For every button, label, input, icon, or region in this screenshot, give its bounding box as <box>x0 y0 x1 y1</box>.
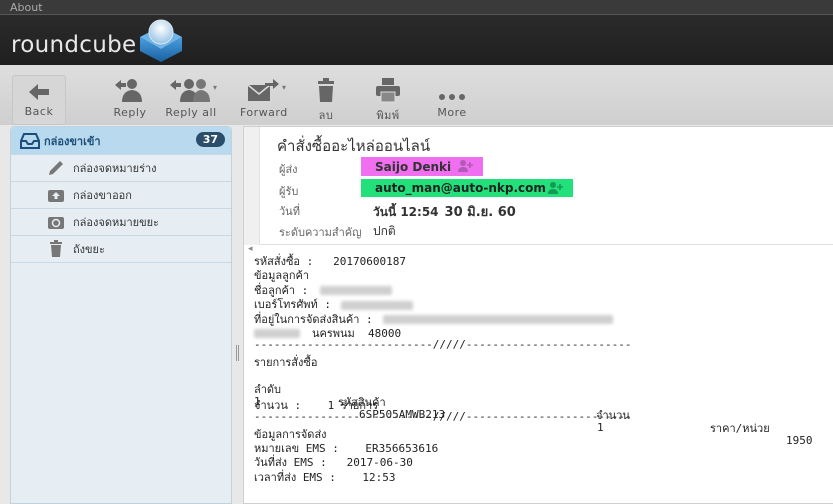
priority-label: ระดับความสำคัญ <box>279 226 362 239</box>
forward-icon <box>247 79 279 101</box>
sidebar-item-label: กล่องขาออก <box>73 189 132 202</box>
divider-line: ---------------------------/////--------… <box>254 410 632 424</box>
print-button[interactable]: พิมพ์ <box>370 77 406 124</box>
divider-line: ---------------------------/////--------… <box>254 338 632 352</box>
redacted-address <box>382 315 613 325</box>
logo-text: roundcube <box>11 32 137 58</box>
items-heading: รายการสั่งซื้อ <box>254 355 318 369</box>
sidebar-item-label: กล่องจดหมายร่าง <box>73 162 157 175</box>
date-prefix: วันนี้ 12:54 <box>373 205 439 219</box>
from-address[interactable]: Saijo Denki <box>361 157 483 176</box>
reply-icon <box>115 79 142 102</box>
reply-all-icon <box>170 79 210 102</box>
forward-dropdown-icon[interactable]: ▾ <box>282 83 286 92</box>
about-link[interactable]: About <box>0 1 43 14</box>
customer-name-line: ชื่อลูกค้า : <box>254 281 829 297</box>
forward-label: Forward <box>240 106 288 119</box>
ems-date-line: วันที่ส่ง EMS : 2017-06-30 <box>254 456 413 470</box>
total-qty-line: จำนวน : 1 รายการ <box>254 398 379 412</box>
item-row: 1 6SP505AMWB213 1 1950 <box>254 382 829 447</box>
sidebar-item-label: กล่องขาเข้า <box>44 134 101 148</box>
message-header: คำสั่งซื้ออะไหล่ออนไลน์ ผู้ส่ง Saijo Den… <box>244 127 833 245</box>
message-subject: คำสั่งซื้ออะไหล่ออนไลน์ <box>277 137 431 155</box>
forward-button[interactable]: Forward <box>240 77 288 119</box>
printer-icon <box>376 78 400 103</box>
reply-button[interactable]: Reply <box>110 77 150 119</box>
reply-all-label: Reply all <box>165 106 217 119</box>
date-label: วันที่ <box>279 205 300 218</box>
more-label: More <box>437 106 467 119</box>
reply-all-dropdown-icon[interactable]: ▾ <box>213 83 217 92</box>
from-name: Saijo Denki <box>375 160 452 174</box>
sidebar-item-junk[interactable]: กล่องจดหมายขยะ <box>11 209 231 236</box>
order-number-line: รหัสสั่งซื้อ : 20170600187 <box>254 255 406 268</box>
sidebar-item-drafts[interactable]: กล่องจดหมายร่าง <box>11 155 231 182</box>
redacted-name <box>320 286 393 296</box>
sidebar-item-trash[interactable]: ถังขยะ <box>11 236 231 263</box>
customer-info-heading: ข้อมูลลูกค้า <box>254 269 310 283</box>
date-value: 30 มิ.ย. 60 <box>444 205 516 220</box>
to-label: ผู้รับ <box>279 185 299 198</box>
phone-line: เบอร์โทรศัพท์ : <box>254 295 829 311</box>
folder-list: กล่องขาเข้า 37 กล่องจดหมายร่าง กล่องขาออ… <box>10 126 232 504</box>
add-contact-icon[interactable] <box>547 181 565 195</box>
to-email: auto_man@auto-nkp.com <box>375 181 546 195</box>
pane-splitter-handle[interactable] <box>236 345 239 361</box>
trash-icon <box>318 78 334 102</box>
recycle-icon <box>45 213 67 231</box>
print-label: พิมพ์ <box>376 109 400 122</box>
province-line: นครพนม 48000 <box>254 324 829 340</box>
add-contact-icon[interactable] <box>457 159 475 173</box>
sidebar-item-label: กล่องจดหมายขยะ <box>73 216 159 229</box>
sidebar-item-label: ถังขยะ <box>73 243 105 256</box>
header-toggle-bar[interactable] <box>244 127 260 245</box>
message-date: วันนี้ 12:54 30 มิ.ย. 60 <box>373 201 516 222</box>
roundcube-logo-icon <box>140 19 182 62</box>
unread-count-badge: 37 <box>195 132 225 147</box>
from-label: ผู้ส่ง <box>279 163 298 176</box>
outbox-icon <box>45 186 67 204</box>
message-pane: คำสั่งซื้ออะไหล่ออนไลน์ ผู้ส่ง Saijo Den… <box>243 126 833 504</box>
trash-icon <box>45 240 67 258</box>
sidebar-item-inbox[interactable]: กล่องขาเข้า 37 <box>11 127 231 155</box>
toolbar: Back Reply Reply all ▾ Forward ▾ ลบ พิมพ… <box>0 65 833 125</box>
inbox-icon <box>19 132 41 150</box>
redacted-phone <box>341 300 414 310</box>
app-header: roundcube <box>0 15 833 65</box>
to-address[interactable]: auto_man@auto-nkp.com <box>361 179 573 197</box>
reply-label: Reply <box>113 106 147 119</box>
scroll-left-icon[interactable]: ◂ <box>248 244 253 254</box>
ems-time-line: เวลาที่ส่ง EMS : 12:53 <box>254 470 396 484</box>
back-arrow-icon <box>29 84 49 100</box>
ems-number-line: หมายเลข EMS : ER356653616 <box>254 442 439 456</box>
pencil-icon <box>45 159 67 177</box>
reply-all-button[interactable]: Reply all <box>164 77 218 119</box>
delete-label: ลบ <box>318 109 334 122</box>
top-bar: About <box>0 0 833 15</box>
redacted-district <box>254 329 300 339</box>
priority-value: ปกติ <box>373 224 396 238</box>
more-button[interactable]: More <box>434 77 470 119</box>
back-button[interactable]: Back <box>12 75 66 125</box>
sidebar-item-sent[interactable]: กล่องขาออก <box>11 182 231 209</box>
message-body: รหัสสั่งซื้อ : 20170600187 ข้อมูลลูกค้า … <box>254 252 829 484</box>
shipping-heading: ข้อมูลการจัดส่ง <box>254 427 327 441</box>
address-line: ที่อยู่ในการจัดส่งสินค้า : <box>254 310 829 326</box>
more-dots-icon <box>439 94 465 100</box>
items-header-row: ลำดับ รหัสสินค้า จำนวน ราคา/หน่วย <box>254 367 829 435</box>
back-label: Back <box>24 105 54 118</box>
delete-button[interactable]: ลบ <box>310 77 342 124</box>
